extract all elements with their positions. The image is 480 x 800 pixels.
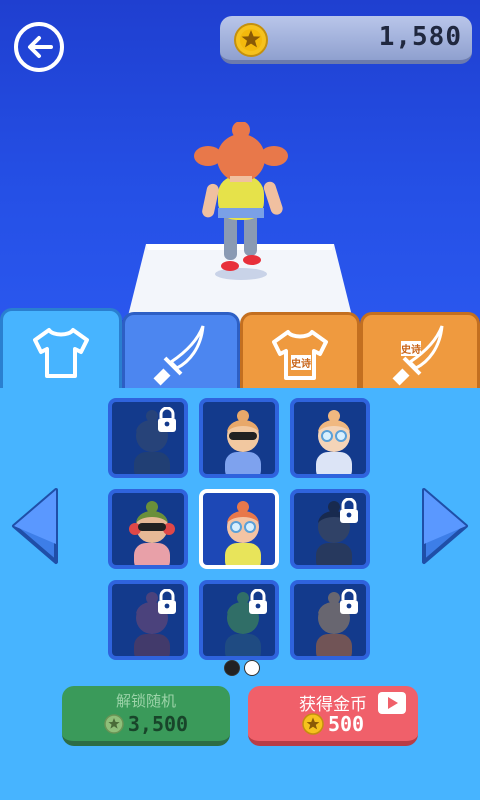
coin-balance: 1,580 [220, 16, 472, 64]
character-avatar [225, 501, 261, 565]
character-avatar [316, 410, 352, 474]
tab-shirts[interactable] [0, 308, 122, 392]
get-coins-button[interactable]: 获得金币 500 [248, 686, 418, 746]
back-button[interactable] [14, 22, 64, 72]
coin-icon [302, 713, 324, 735]
coin-amount: 1,580 [378, 22, 462, 52]
arrow-left-icon[interactable] [10, 486, 60, 566]
skin-cell[interactable] [290, 580, 370, 660]
arrow-right-icon[interactable] [420, 486, 470, 566]
epic-badge: 史诗 [401, 341, 421, 356]
skin-cell[interactable] [199, 398, 279, 478]
lock-icon [249, 589, 267, 614]
lock-icon [158, 407, 176, 432]
sword-icon [153, 324, 205, 385]
skin-cell[interactable] [199, 580, 279, 660]
shirt-icon [33, 327, 89, 378]
shirt-icon [272, 329, 328, 380]
skin-cell[interactable] [108, 580, 188, 660]
get-coins-amount: 500 [327, 712, 365, 736]
coin-icon [234, 23, 268, 57]
video-ad-icon [378, 692, 406, 714]
skin-cell[interactable] [290, 398, 370, 478]
page-dot [244, 660, 260, 676]
character-avatar [129, 501, 175, 565]
skin-cell[interactable] [199, 489, 279, 569]
unlock-random-price: 3,500 [127, 712, 189, 736]
arrow-left-icon [28, 36, 53, 58]
skin-cell[interactable] [290, 489, 370, 569]
lock-icon [158, 589, 176, 614]
lock-icon [340, 589, 358, 614]
skin-cell[interactable] [108, 489, 188, 569]
tab-epic-shirts[interactable]: 史诗 [240, 312, 360, 392]
coin-icon [104, 714, 124, 734]
epic-badge: 史诗 [291, 355, 311, 370]
character-avatar [225, 410, 261, 474]
skin-cell[interactable] [108, 398, 188, 478]
player-character [194, 122, 288, 280]
tab-weapons[interactable] [122, 312, 240, 392]
page-dot [224, 660, 240, 676]
unlock-random-label: 解锁随机 [115, 692, 176, 710]
unlock-random-button[interactable]: 解锁随机 3,500 [62, 686, 230, 746]
tab-epic-weapons[interactable]: 史诗 [360, 312, 480, 392]
page-indicator [224, 660, 260, 676]
category-tabs: 史诗 史诗 [0, 308, 480, 392]
lock-icon [340, 498, 358, 523]
